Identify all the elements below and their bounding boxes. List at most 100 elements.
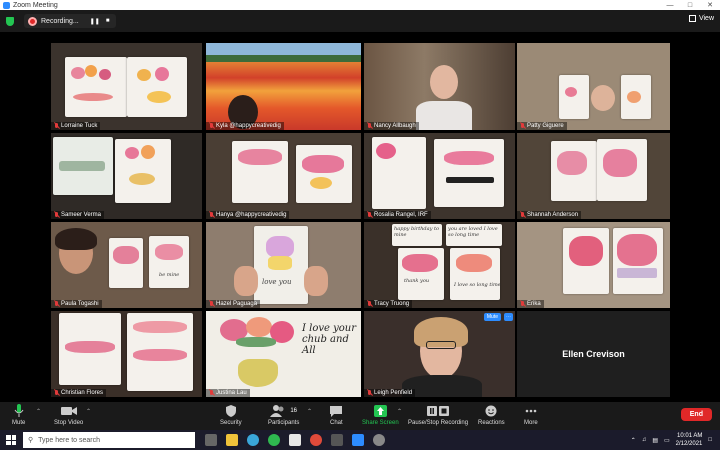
more-label: More (524, 420, 538, 426)
card-text: be mine (159, 272, 180, 278)
windows-taskbar: ⚲ Type here to search ⌃ ♫ ▤ ▭ 10:01 AM 2… (0, 430, 720, 450)
maximize-button[interactable]: □ (680, 2, 700, 9)
system-tray: ⌃ ♫ ▤ ▭ 10:01 AM 2/12/2021 □ (631, 432, 712, 448)
recording-indicator: Recording... ❚❚ ■ (24, 14, 117, 28)
zoom-app-icon (3, 1, 10, 9)
share-screen-button[interactable]: Share Screen (362, 404, 399, 426)
participant-name-tag: Leigh Penfield (364, 389, 416, 397)
file-explorer-icon[interactable] (226, 434, 238, 446)
muted-mic-icon (209, 301, 214, 307)
reactions-label: Reactions (478, 420, 505, 426)
zoom-taskbar-icon[interactable] (352, 434, 364, 446)
gallery-grid: Lorraine Tuck Kyla @happycreativedig Nan… (51, 43, 670, 397)
meeting-toolbar: Mute ⌃ Stop Video ⌃ Security 16 Particip… (0, 402, 720, 430)
minimize-button[interactable]: — (660, 2, 680, 9)
view-button[interactable]: View (688, 15, 714, 22)
participant-name-tag: Lorraine Tuck (51, 122, 101, 130)
participant-tile[interactable]: Patty Giguere (517, 43, 670, 130)
security-label: Security (220, 420, 242, 426)
encryption-shield-icon[interactable] (6, 16, 14, 26)
stop-recording-icon[interactable]: ■ (106, 18, 110, 24)
participant-more-button[interactable]: ⋯ (504, 313, 513, 321)
muted-mic-icon (520, 212, 525, 218)
audio-options-chevron-icon[interactable]: ⌃ (36, 408, 41, 415)
participant-tile[interactable]: love you Hazel Paguaga (206, 222, 361, 308)
participant-name: Sameer Verma (61, 212, 102, 218)
stop-video-button[interactable]: Stop Video (54, 404, 83, 426)
recording-dot-icon (28, 16, 37, 26)
participant-name: Patty Giguere (527, 123, 564, 129)
participant-name-tag: Sameer Verma (51, 211, 105, 219)
participant-tile[interactable]: Sameer Verma (51, 133, 202, 219)
participant-tile[interactable]: Hanya @happycreativedig (206, 133, 361, 219)
camera-app-icon[interactable] (331, 434, 343, 446)
muted-mic-icon (209, 390, 214, 396)
chat-button[interactable]: Chat (330, 404, 343, 426)
taskbar-clock[interactable]: 10:01 AM 2/12/2021 (676, 432, 703, 448)
speaker-icon[interactable]: ♫ (642, 437, 647, 443)
pause-stop-recording-label: Pause/Stop Recording (408, 420, 469, 426)
participant-tile[interactable]: I love your chub and All Justina Lau (206, 311, 361, 397)
card-text: happy birthday to mine (394, 226, 440, 238)
edge-browser-icon[interactable] (247, 434, 259, 446)
participant-tile[interactable]: Shannah Anderson (517, 133, 670, 219)
participant-name: Kyla @happycreativedig (216, 123, 281, 129)
microphone-icon (14, 404, 24, 418)
participant-tile[interactable]: Lorraine Tuck (51, 43, 202, 130)
pause-recording-icon[interactable]: ❚❚ (90, 18, 100, 25)
end-meeting-button[interactable]: End (680, 408, 712, 421)
notifications-icon[interactable]: □ (708, 437, 712, 443)
store-icon[interactable] (289, 434, 301, 446)
tray-chevron-icon[interactable]: ⌃ (631, 437, 636, 444)
participant-name-tag: Hanya @happycreativedig (206, 211, 290, 219)
participants-button[interactable]: 16 Participants (268, 404, 299, 426)
participant-tile[interactable]: Nancy Allbaugh (364, 43, 515, 130)
participant-tile-video-off[interactable]: Ellen Crevison (517, 311, 670, 397)
snip-tool-icon[interactable] (373, 434, 385, 446)
network-icon[interactable]: ▤ (652, 437, 658, 444)
gallery-view-icon (688, 15, 696, 22)
windows-start-icon[interactable] (6, 435, 16, 445)
participant-name: Christian Flores (61, 390, 104, 396)
participant-tile-active-speaker[interactable]: Kyla @happycreativedig (206, 43, 361, 130)
participant-name-tag: Erika (517, 300, 544, 308)
participant-tile[interactable]: Rosalia Rangel, IRF (364, 133, 515, 219)
task-view-icon[interactable] (205, 434, 217, 446)
participant-name: Rosalia Rangel, IRF (374, 212, 428, 218)
share-screen-arrow-icon (373, 404, 387, 418)
spotify-icon[interactable] (268, 434, 280, 446)
search-placeholder: Type here to search (38, 436, 101, 444)
battery-icon[interactable]: ▭ (664, 437, 670, 444)
muted-mic-icon (367, 123, 372, 129)
video-options-chevron-icon[interactable]: ⌃ (86, 408, 91, 415)
close-button[interactable]: ✕ (700, 1, 720, 9)
participant-name-tag: Christian Flores (51, 389, 107, 397)
participant-name-tag: Nancy Allbaugh (364, 122, 419, 130)
participants-label: Participants (268, 420, 300, 426)
participant-tile[interactable]: Mute ⋯ Leigh Penfield (364, 311, 515, 397)
taskbar-search-input[interactable]: ⚲ Type here to search (23, 432, 195, 448)
participant-name: Shannah Anderson (527, 212, 579, 218)
security-shield-icon (225, 404, 236, 418)
meeting-topbar: Recording... ❚❚ ■ View (0, 10, 720, 32)
participant-name: Lorraine Tuck (61, 123, 98, 129)
chrome-browser-icon[interactable] (310, 434, 322, 446)
participant-name-large: Ellen Crevison (562, 349, 625, 359)
share-options-chevron-icon[interactable]: ⌃ (397, 408, 402, 415)
participant-tile[interactable]: Erika (517, 222, 670, 308)
participant-name: Hanya @happycreativedig (216, 212, 287, 218)
participant-tile[interactable]: Christian Flores (51, 311, 202, 397)
participants-options-chevron-icon[interactable]: ⌃ (307, 408, 312, 415)
muted-mic-icon (209, 123, 214, 129)
participant-name-tag: Shannah Anderson (517, 211, 582, 219)
reactions-button[interactable]: Reactions (478, 404, 505, 426)
mute-button[interactable]: Mute (12, 404, 25, 426)
muted-mic-icon (367, 390, 372, 396)
mute-participant-button[interactable]: Mute (483, 313, 501, 321)
pause-stop-recording-button[interactable]: Pause/Stop Recording (408, 404, 468, 426)
more-button[interactable]: More (524, 404, 538, 426)
security-button[interactable]: Security (220, 404, 242, 426)
participant-name: Leigh Penfield (374, 390, 413, 396)
participant-tile[interactable]: be mine Paula Togashi (51, 222, 202, 308)
participant-tile[interactable]: happy birthday to mine you are loved I l… (364, 222, 515, 308)
